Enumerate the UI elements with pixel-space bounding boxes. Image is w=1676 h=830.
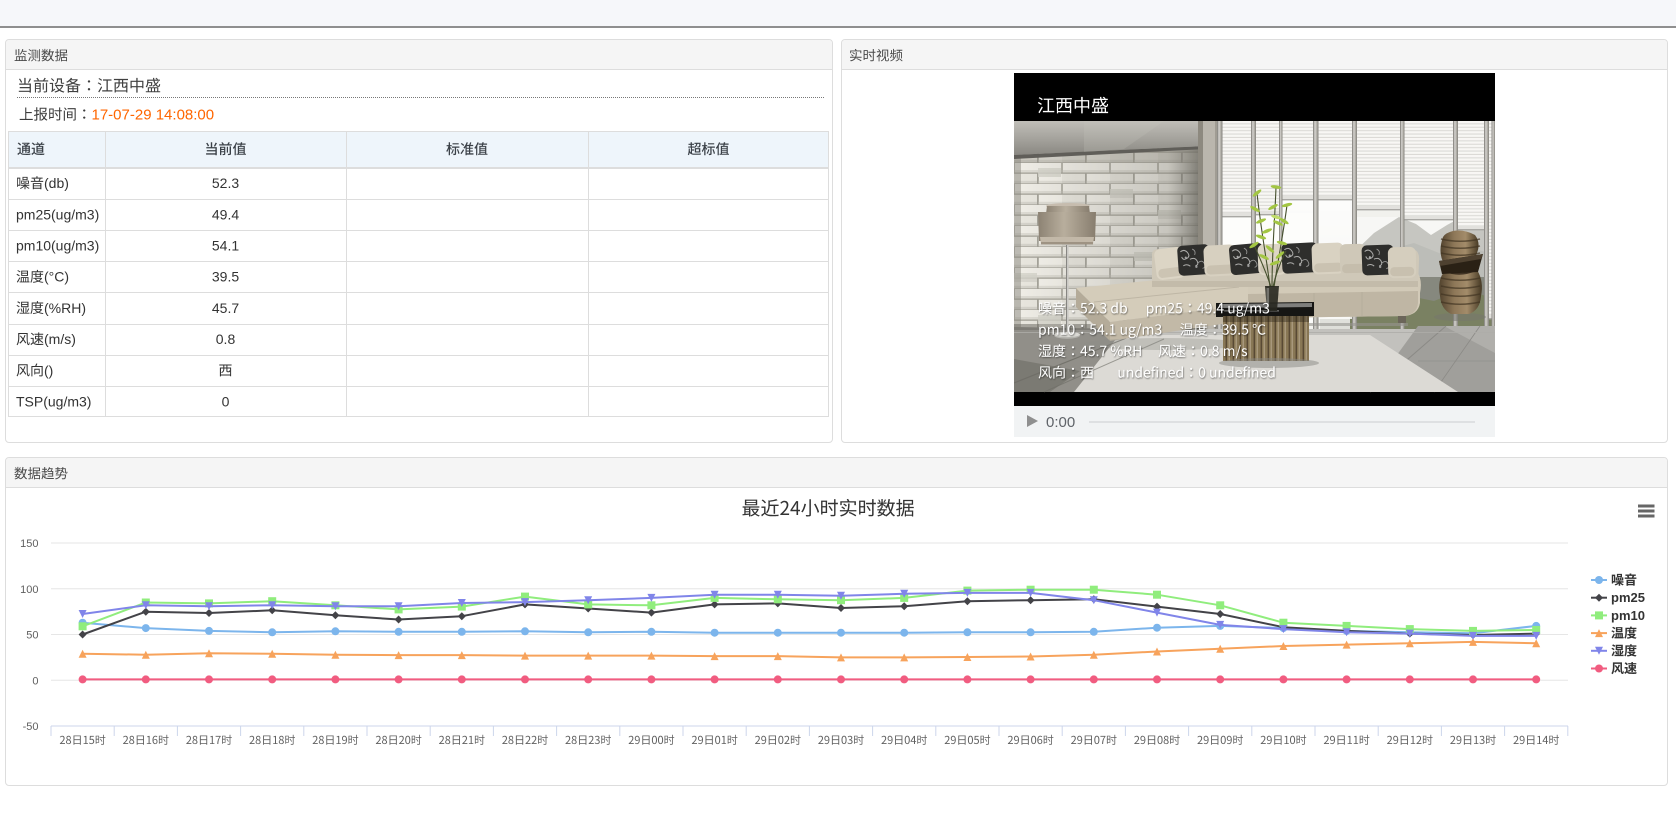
svg-text:150: 150	[20, 538, 38, 550]
svg-text:(%RH): (%RH)	[44, 300, 86, 316]
svg-text:17-07-29 14:08:00: 17-07-29 14:08:00	[92, 107, 215, 124]
svg-text:45.7: 45.7	[212, 300, 239, 316]
svg-text:50: 50	[26, 630, 38, 642]
svg-text:-50: -50	[23, 721, 39, 733]
svg-text:100: 100	[20, 584, 38, 596]
svg-text:0:00: 0:00	[1046, 414, 1075, 431]
svg-text:54.1: 54.1	[212, 238, 239, 254]
svg-text:(m/s): (m/s)	[44, 331, 76, 347]
svg-text:39.5: 39.5	[212, 269, 239, 285]
svg-text:(°C): (°C)	[44, 269, 69, 285]
svg-text:(): ()	[44, 362, 53, 378]
svg-text:pm25(ug/m3): pm25(ug/m3)	[16, 206, 99, 222]
svg-text:0.8: 0.8	[216, 331, 236, 347]
svg-text:0: 0	[222, 394, 230, 410]
svg-text:49.4: 49.4	[212, 206, 239, 222]
svg-text:pm10(ug/m3): pm10(ug/m3)	[16, 238, 99, 254]
svg-text:TSP(ug/m3): TSP(ug/m3)	[16, 394, 91, 410]
svg-text:pm25: pm25	[1611, 590, 1645, 605]
svg-text:pm10: pm10	[1611, 608, 1645, 623]
svg-text:52.3: 52.3	[212, 175, 239, 191]
svg-text:(db): (db)	[44, 175, 69, 191]
svg-text:0: 0	[32, 675, 38, 687]
